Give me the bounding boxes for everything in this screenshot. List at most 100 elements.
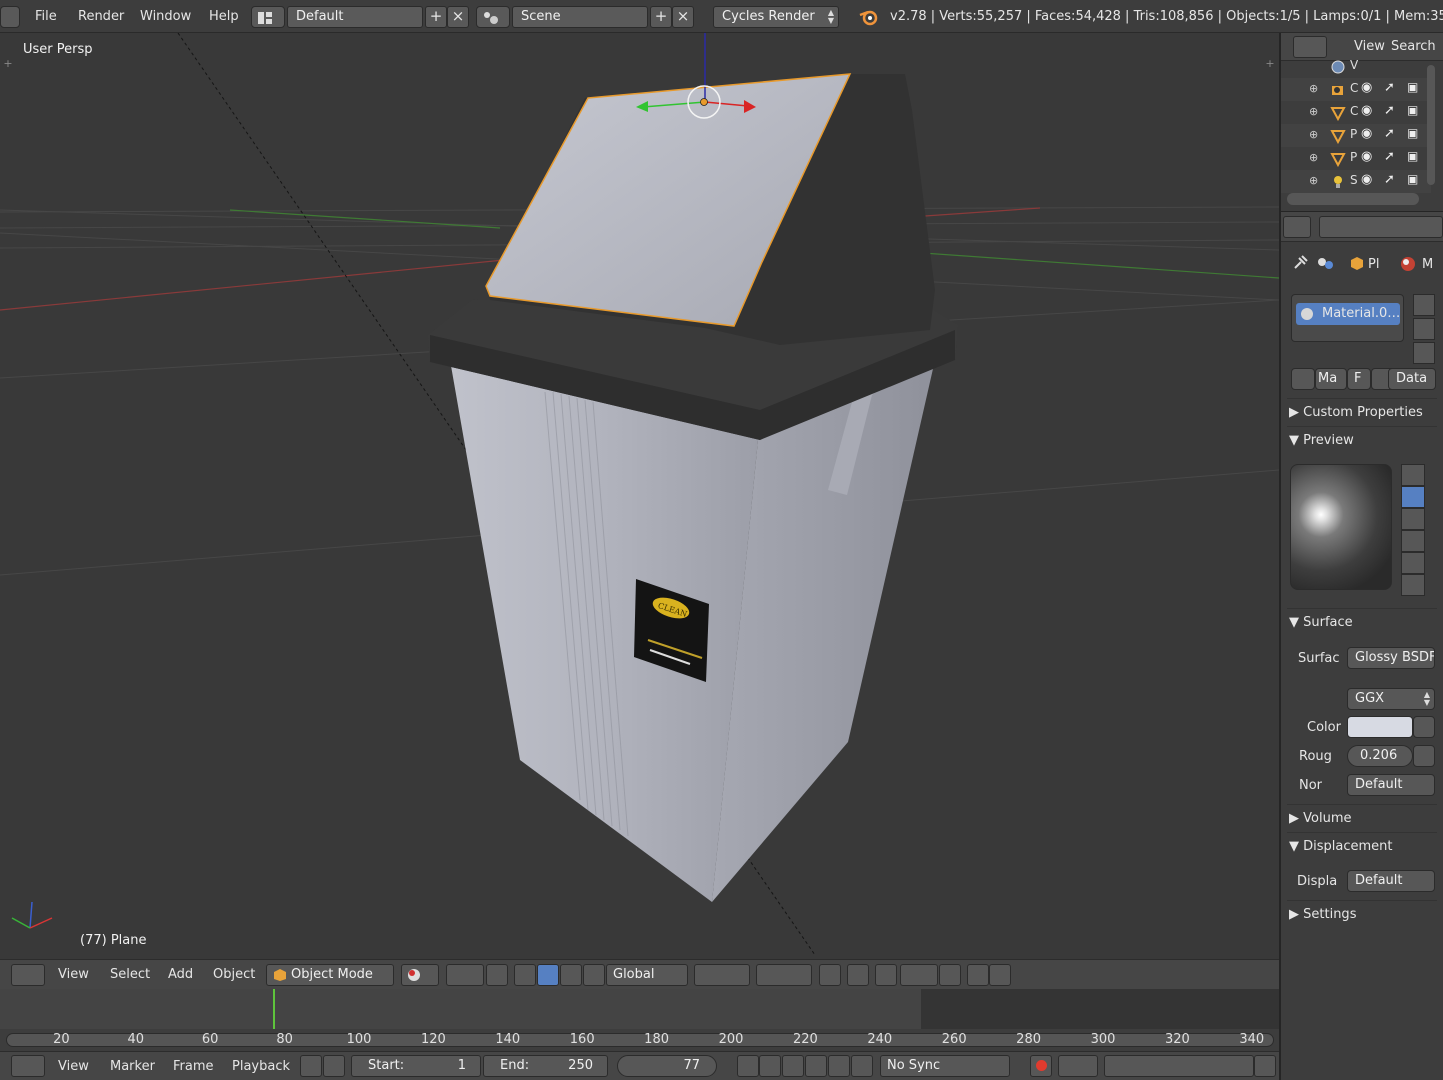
layers-icon[interactable] xyxy=(756,964,812,986)
jump-start-icon[interactable] xyxy=(737,1055,759,1077)
preview-sphere-icon[interactable] xyxy=(1401,486,1425,508)
translate-manipulator-icon[interactable] xyxy=(537,964,559,986)
color-socket-icon[interactable] xyxy=(1413,716,1435,738)
render-opengl-icon[interactable] xyxy=(967,964,989,986)
normal-input-select[interactable]: Default xyxy=(1347,774,1435,796)
properties-context-tabs[interactable] xyxy=(1319,216,1443,238)
visibility-eye-icon[interactable]: ◉ xyxy=(1361,149,1372,164)
menu-window[interactable]: Window xyxy=(140,0,191,33)
proportional-editing-icon[interactable] xyxy=(847,964,869,986)
menu-add[interactable]: Add xyxy=(168,960,193,990)
roughness-field[interactable]: 0.206 xyxy=(1347,745,1413,767)
keying-set-icon[interactable] xyxy=(1058,1055,1098,1077)
material-browse-icon[interactable] xyxy=(1291,368,1315,390)
scene-icon[interactable] xyxy=(476,6,510,28)
expand-toggle-icon[interactable]: ⊕ xyxy=(1309,105,1318,118)
slot-menu-icon[interactable] xyxy=(1413,342,1435,364)
jump-keyframe-forward-icon[interactable] xyxy=(828,1055,850,1077)
timeline-editor[interactable]: 20 40 60 80 100 120 140 160 180 200 220 240 260 280 30… xyxy=(0,989,1279,1051)
snap-toggle-icon[interactable] xyxy=(875,964,897,986)
snap-target-icon[interactable] xyxy=(939,964,961,986)
viewport-shading-icon[interactable] xyxy=(401,964,439,986)
outliner-scrollbar[interactable] xyxy=(1287,193,1419,205)
remove-slot-icon[interactable] xyxy=(1413,318,1435,340)
material-slot-list[interactable]: Material.0… xyxy=(1291,294,1404,342)
lock-range-icon[interactable] xyxy=(323,1055,345,1077)
transform-orientation-select[interactable]: Global xyxy=(606,964,688,986)
outliner-vertical-scrollbar[interactable] xyxy=(1427,65,1435,185)
active-keying-set-field[interactable] xyxy=(1104,1055,1254,1077)
menu-view[interactable]: View xyxy=(58,960,89,990)
visibility-eye-icon[interactable]: ◉ xyxy=(1361,103,1372,118)
expand-toggle-icon[interactable]: ⊕ xyxy=(1309,128,1318,141)
selectable-cursor-icon[interactable]: ➚ xyxy=(1384,149,1395,164)
object-context-icon[interactable] xyxy=(1349,256,1365,272)
current-frame-field[interactable]: 77 xyxy=(617,1055,717,1077)
pin-icon[interactable] xyxy=(1291,254,1311,272)
pivot-point-icon[interactable] xyxy=(446,964,484,986)
expand-toggle-icon[interactable]: ⊕ xyxy=(1309,174,1318,187)
manipulator-axes-icon[interactable] xyxy=(514,964,536,986)
region-expand-icon[interactable]: + xyxy=(2,58,14,70)
material-link-select[interactable]: Data xyxy=(1388,368,1436,390)
menu-view[interactable]: View xyxy=(58,1052,89,1080)
expand-toggle-icon[interactable]: ⊕ xyxy=(1309,82,1318,95)
current-frame-cursor[interactable] xyxy=(273,989,276,1031)
remove-layout-button[interactable]: × xyxy=(447,6,469,28)
menu-playback[interactable]: Playback xyxy=(232,1052,290,1080)
timeline-ruler[interactable]: 20 40 60 80 100 120 140 160 180 200 220 240 260 280 30… xyxy=(0,1029,1279,1051)
outliner-row[interactable]: V xyxy=(1281,55,1431,78)
roughness-socket-icon[interactable] xyxy=(1413,745,1435,767)
material-name-field[interactable]: Ma xyxy=(1315,368,1347,390)
distribution-select[interactable]: GGX ▲ ▼ xyxy=(1347,688,1435,710)
layers-icon[interactable] xyxy=(694,964,750,986)
preview-cube-icon[interactable] xyxy=(1401,508,1425,530)
3d-viewport[interactable]: CLEAN User Persp (77) Plane + + xyxy=(0,33,1279,959)
visibility-eye-icon[interactable]: ◉ xyxy=(1361,172,1372,187)
outliner-row[interactable]: ⊕ C ◉ ➚ ▣ xyxy=(1281,101,1431,124)
play-reverse-icon[interactable] xyxy=(782,1055,804,1077)
editor-type-info-icon[interactable] xyxy=(0,6,20,28)
timeline-scrollbar[interactable] xyxy=(6,1033,1274,1047)
settings-panel[interactable]: ▶ Settings xyxy=(1289,902,1437,928)
region-expand-icon[interactable]: + xyxy=(1264,58,1276,70)
play-icon[interactable] xyxy=(805,1055,827,1077)
add-scene-button[interactable]: + xyxy=(650,6,672,28)
menu-marker[interactable]: Marker xyxy=(110,1052,155,1080)
screen-layout-field[interactable]: Default xyxy=(287,6,423,28)
preview-hair-icon[interactable] xyxy=(1401,552,1425,574)
outliner-row[interactable]: ⊕ P ◉ ➚ ▣ xyxy=(1281,124,1431,147)
add-slot-icon[interactable] xyxy=(1413,294,1435,316)
insert-keyframe-icon[interactable] xyxy=(1254,1055,1276,1077)
visibility-eye-icon[interactable]: ◉ xyxy=(1361,126,1372,141)
renderable-camera-icon[interactable]: ▣ xyxy=(1407,126,1418,140)
menu-render[interactable]: Render xyxy=(78,0,124,33)
visibility-eye-icon[interactable]: ◉ xyxy=(1361,80,1372,95)
preview-monkey-icon[interactable] xyxy=(1401,530,1425,552)
expand-toggle-icon[interactable]: ⊕ xyxy=(1309,151,1318,164)
scene-context-icon[interactable] xyxy=(1315,254,1341,272)
displacement-input-select[interactable]: Default xyxy=(1347,870,1435,892)
snap-element-icon[interactable] xyxy=(900,964,938,986)
editor-type-3d-icon[interactable] xyxy=(11,964,45,986)
timeline-track[interactable] xyxy=(0,989,1279,1031)
selectable-cursor-icon[interactable]: ➚ xyxy=(1384,103,1395,118)
lock-layer-icon[interactable] xyxy=(819,964,841,986)
selectable-cursor-icon[interactable]: ➚ xyxy=(1384,126,1395,141)
renderable-camera-icon[interactable]: ▣ xyxy=(1407,103,1418,117)
screen-layout-icon[interactable] xyxy=(251,6,285,28)
add-layout-button[interactable]: + xyxy=(425,6,447,28)
outliner-row[interactable]: ⊕ P ◉ ➚ ▣ xyxy=(1281,147,1431,170)
playback-sync-select[interactable]: No Sync xyxy=(880,1055,1010,1077)
preview-world-icon[interactable] xyxy=(1401,574,1425,596)
preview-flat-icon[interactable] xyxy=(1401,464,1425,486)
context-object-label[interactable]: Pl xyxy=(1368,257,1379,272)
menu-object[interactable]: Object xyxy=(213,960,255,990)
outliner-row[interactable]: ⊕ C ◉ ➚ ▣ xyxy=(1281,78,1431,101)
material-slot-item[interactable]: Material.0… xyxy=(1296,303,1400,325)
selectable-cursor-icon[interactable]: ➚ xyxy=(1384,172,1395,187)
scale-manipulator-icon[interactable] xyxy=(583,964,605,986)
render-engine-select[interactable]: Cycles Render ▲ ▼ xyxy=(713,6,839,28)
renderable-camera-icon[interactable]: ▣ xyxy=(1407,149,1418,163)
menu-select[interactable]: Select xyxy=(110,960,150,990)
